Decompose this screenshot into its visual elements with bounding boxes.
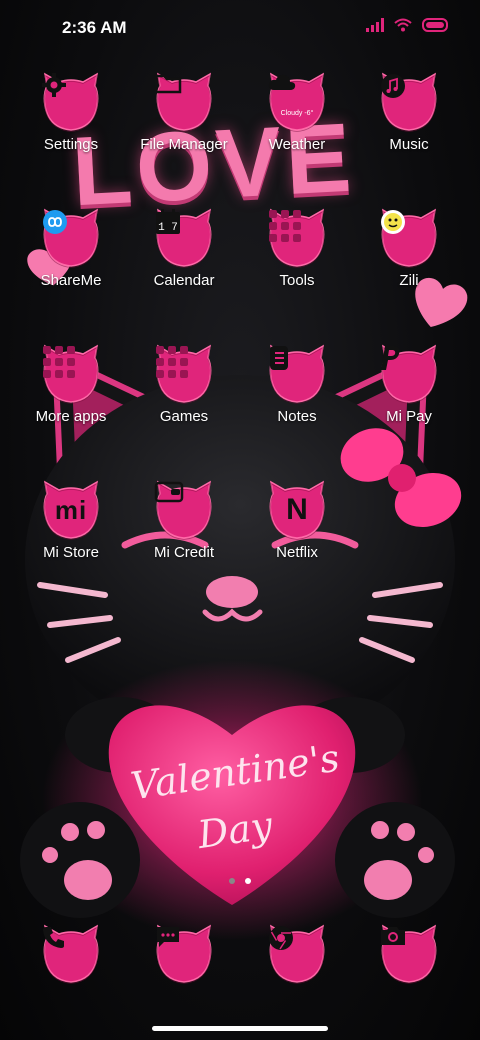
app-label: More apps	[35, 408, 107, 425]
app-shareme[interactable]: ShareMe	[16, 208, 126, 289]
battery-icon	[422, 18, 450, 37]
app-label: Games	[159, 408, 209, 425]
music-note-icon	[379, 72, 439, 132]
app-mi-store[interactable]: mi Mi Store	[16, 480, 126, 561]
app-mi-pay[interactable]: Mi Pay	[354, 344, 464, 425]
app-label: Settings	[43, 136, 99, 153]
app-icon-badge[interactable]: Cloudy -6°	[267, 72, 327, 132]
app-label: Mi Store	[43, 544, 99, 561]
phone-icon	[41, 924, 101, 984]
dock-icon-badge[interactable]	[267, 924, 327, 984]
dock-chrome-button[interactable]	[242, 924, 352, 984]
app-label: ShareMe	[40, 272, 102, 289]
app-icon-badge[interactable]	[154, 72, 214, 132]
camera-icon	[379, 924, 439, 984]
wifi-icon	[394, 18, 412, 37]
app-icon-badge[interactable]	[41, 344, 101, 404]
gear-icon	[41, 72, 101, 132]
folder-grid-icon	[267, 208, 327, 268]
clock: 2:36 AM	[62, 18, 127, 37]
app-mi-credit[interactable]: Mi Credit	[129, 480, 239, 561]
app-icon-badge[interactable]	[379, 208, 439, 268]
app-icon-badge[interactable]	[154, 344, 214, 404]
dock-camera-button[interactable]	[354, 924, 464, 984]
dock-icon-badge[interactable]	[41, 924, 101, 984]
app-weather[interactable]: Cloudy -6° Weather	[242, 72, 352, 153]
app-more-apps[interactable]: More apps	[16, 344, 126, 425]
calendar-icon: 1 7	[154, 208, 214, 268]
dock-messages-button[interactable]	[129, 924, 239, 984]
app-label: File Manager	[140, 136, 228, 153]
page-dot-1[interactable]	[229, 878, 235, 884]
dock	[0, 924, 480, 994]
wallet-icon	[154, 480, 214, 540]
app-icon-badge[interactable]	[267, 208, 327, 268]
app-calendar[interactable]: 1 7 Calendar	[129, 208, 239, 289]
mi-logo-icon: mi	[54, 494, 88, 525]
status-bar: 2:36 AM	[0, 0, 480, 56]
app-icon-badge[interactable]	[41, 72, 101, 132]
folder-grid-icon	[41, 344, 101, 404]
folder-grid-icon	[154, 344, 214, 404]
app-netflix[interactable]: N Netflix	[242, 480, 352, 561]
app-notes[interactable]: Notes	[242, 344, 352, 425]
app-file-manager[interactable]: File Manager	[129, 72, 239, 153]
app-icon-badge[interactable]	[154, 480, 214, 540]
folder-icon	[154, 72, 214, 132]
smiley-icon	[379, 208, 439, 268]
app-games[interactable]: Games	[129, 344, 239, 425]
app-music[interactable]: Music	[354, 72, 464, 153]
app-label: Notes	[277, 408, 317, 425]
app-label: Netflix	[276, 544, 318, 561]
app-label: Weather	[268, 136, 326, 153]
app-icon-badge[interactable]	[379, 344, 439, 404]
page-dot-2[interactable]	[245, 878, 251, 884]
app-label: Tools	[279, 272, 315, 289]
app-label: Mi Pay	[386, 408, 432, 425]
netflix-icon: N	[286, 493, 308, 526]
infinity-icon	[41, 208, 101, 268]
paypal-icon	[379, 344, 439, 404]
app-label: Zili	[399, 272, 419, 289]
notes-icon	[267, 344, 327, 404]
svg-text:1 7: 1 7	[158, 222, 178, 234]
app-icon-badge[interactable]	[379, 72, 439, 132]
signal-icon	[366, 18, 384, 37]
app-label: Calendar	[153, 272, 215, 289]
app-zili[interactable]: Zili	[354, 208, 464, 289]
app-icon-badge[interactable]: N	[267, 480, 327, 540]
app-icon-badge[interactable]: 1 7	[154, 208, 214, 268]
page-indicator[interactable]	[0, 878, 480, 884]
chrome-icon	[267, 924, 327, 984]
app-label: Mi Credit	[153, 544, 214, 561]
app-settings[interactable]: Settings	[16, 72, 126, 153]
app-icon-badge[interactable]	[41, 208, 101, 268]
dock-icon-badge[interactable]	[154, 924, 214, 984]
cloud-icon: Cloudy -6°	[267, 72, 327, 132]
messages-icon	[154, 924, 214, 984]
app-icon-badge[interactable]: mi	[41, 480, 101, 540]
dock-icon-badge[interactable]	[379, 924, 439, 984]
app-tools[interactable]: Tools	[242, 208, 352, 289]
app-label: Music	[389, 136, 429, 153]
home-indicator[interactable]	[152, 1026, 328, 1031]
dock-phone-button[interactable]	[16, 924, 126, 984]
app-icon-badge[interactable]	[267, 344, 327, 404]
